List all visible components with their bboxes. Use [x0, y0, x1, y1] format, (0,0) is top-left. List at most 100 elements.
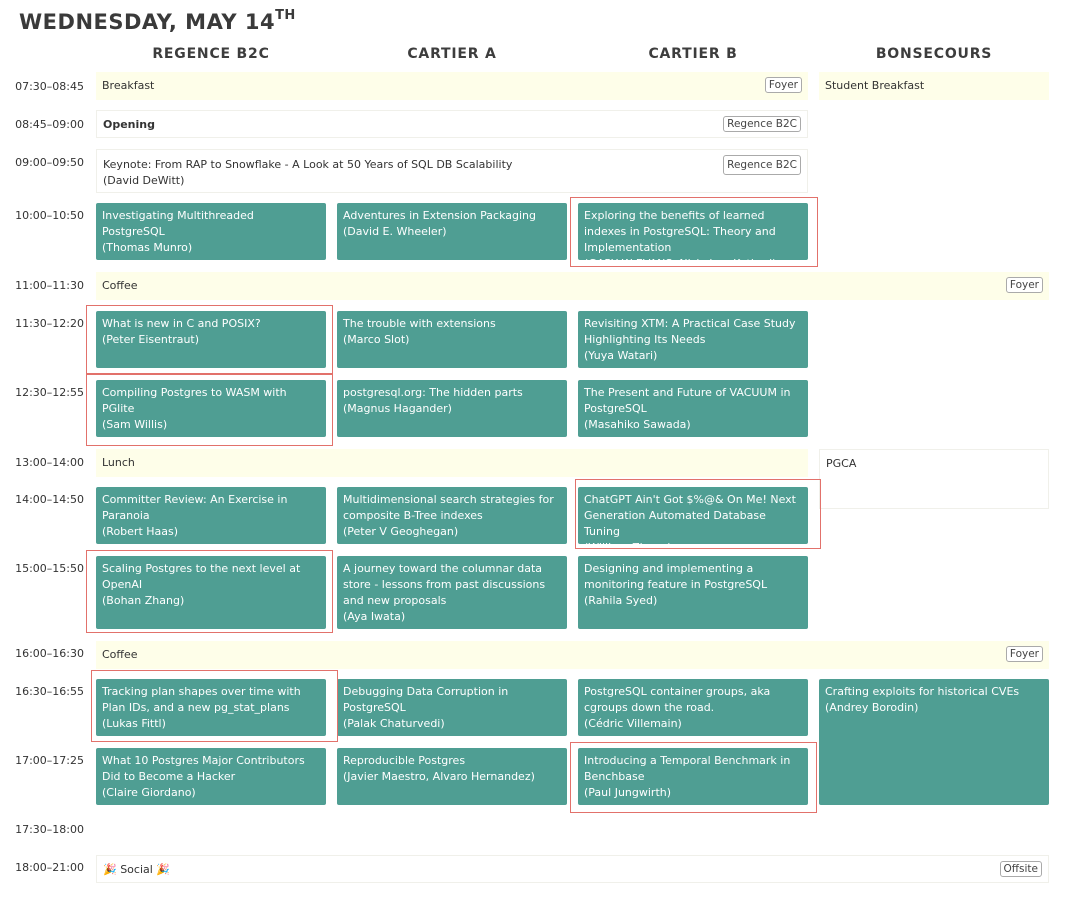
talk-card[interactable]: postgresql.org: The hidden parts (Magnus…	[337, 380, 567, 437]
time-slot: 11:30–12:20	[15, 317, 84, 330]
time-slot: 17:00–17:25	[15, 754, 84, 767]
talk-title: What 10 Postgres Major Contributors Did …	[102, 754, 305, 783]
session-title: PGCA	[826, 457, 857, 470]
talk-card[interactable]: Compiling Postgres to WASM with PGlite (…	[96, 380, 326, 437]
talk-card[interactable]: ChatGPT Ain't Got $%@& On Me! Next Gener…	[578, 487, 808, 554]
talk-card[interactable]: Introducing a Temporal Benchmark in Benc…	[578, 748, 808, 805]
room-tag: Regence B2C	[723, 116, 801, 132]
talk-speaker: (GARY W EVANS, Nishchay Kothari)	[584, 257, 777, 270]
talk-title: ChatGPT Ain't Got $%@& On Me! Next Gener…	[584, 493, 796, 538]
talk-speaker: (Marco Slot)	[343, 333, 410, 346]
session-title: Opening	[103, 118, 155, 131]
session-keynote[interactable]: Keynote: From RAP to Snowflake - A Look …	[96, 149, 808, 193]
time-slot: 09:00–09:50	[15, 156, 84, 169]
talk-card[interactable]: The Present and Future of VACUUM in Post…	[578, 380, 808, 437]
talk-speaker: (Rahila Syed)	[584, 594, 658, 607]
break-coffee[interactable]: Coffee Foyer	[96, 641, 1049, 669]
talk-speaker: (David E. Wheeler)	[343, 225, 447, 238]
column-header-cartier-b: CARTIER B	[648, 46, 738, 62]
talk-speaker: (William Zhang)	[584, 541, 672, 554]
time-slot: 12:30–12:55	[15, 386, 84, 399]
session-social[interactable]: 🎉 Social 🎉 Offsite	[96, 855, 1049, 883]
talk-title: A journey toward the columnar data store…	[343, 562, 546, 607]
talk-title: Compiling Postgres to WASM with PGlite	[102, 386, 287, 415]
talk-card[interactable]: Revisiting XTM: A Practical Case Study H…	[578, 311, 808, 368]
room-tag: Foyer	[1005, 646, 1043, 662]
break-student-breakfast[interactable]: Student Breakfast	[819, 72, 1049, 100]
room-tag: Offsite	[999, 861, 1042, 877]
talk-speaker: (Sam Willis)	[102, 418, 168, 431]
talk-speaker: (Magnus Hagander)	[343, 402, 452, 415]
room-tag: Foyer	[764, 77, 802, 93]
talk-speaker: (Yuya Watari)	[584, 349, 658, 362]
talk-card[interactable]: Committer Review: An Exercise in Paranoi…	[96, 487, 326, 544]
session-speaker: (David DeWitt)	[103, 174, 185, 187]
talk-title: What is new in C and POSIX?	[102, 317, 261, 330]
break-lunch[interactable]: Lunch	[96, 449, 808, 477]
talk-title: The Present and Future of VACUUM in Post…	[584, 386, 791, 415]
talk-card[interactable]: The trouble with extensions (Marco Slot)	[337, 311, 567, 368]
talk-title: Investigating Multithreaded PostgreSQL	[102, 209, 254, 238]
time-slot: 14:00–14:50	[15, 493, 84, 506]
talk-title: Introducing a Temporal Benchmark in Benc…	[584, 754, 791, 783]
talk-speaker: (Claire Giordano)	[102, 786, 196, 799]
talk-title: Exploring the benefits of learned indexe…	[584, 209, 776, 254]
talk-title: Revisiting XTM: A Practical Case Study H…	[584, 317, 796, 346]
talk-title: Adventures in Extension Packaging	[343, 209, 536, 222]
session-pgca[interactable]: PGCA	[819, 449, 1049, 509]
talk-title: Committer Review: An Exercise in Paranoi…	[102, 493, 288, 522]
break-label: Coffee	[102, 279, 138, 292]
break-label: Coffee	[102, 648, 138, 661]
talk-speaker: (Andrey Borodin)	[825, 701, 919, 714]
talk-card[interactable]: Debugging Data Corruption in PostgreSQL …	[337, 679, 567, 736]
time-slot: 11:00–11:30	[15, 279, 84, 292]
time-slot: 18:00–21:00	[15, 861, 84, 874]
page-title: WEDNESDAY, MAY 14TH	[19, 8, 296, 34]
talk-card[interactable]: A journey toward the columnar data store…	[337, 556, 567, 629]
room-tag: Foyer	[1005, 277, 1043, 293]
time-slot: 16:30–16:55	[15, 685, 84, 698]
talk-card[interactable]: Exploring the benefits of learned indexe…	[578, 203, 808, 270]
break-label: Student Breakfast	[825, 79, 925, 92]
talk-speaker: (Aya Iwata)	[343, 610, 406, 623]
time-slot: 17:30–18:00	[15, 823, 84, 836]
talk-card[interactable]: Investigating Multithreaded PostgreSQL (…	[96, 203, 326, 260]
break-label: Breakfast	[102, 79, 155, 92]
talk-speaker: (Peter V Geoghegan)	[343, 525, 459, 538]
session-title: Keynote: From RAP to Snowflake - A Look …	[103, 158, 513, 171]
talk-title: Designing and implementing a monitoring …	[584, 562, 768, 591]
talk-card[interactable]: Reproducible Postgres (Javier Maestro, A…	[337, 748, 567, 805]
talk-card[interactable]: Crafting exploits for historical CVEs (A…	[819, 679, 1049, 805]
talk-card[interactable]: Scaling Postgres to the next level at Op…	[96, 556, 326, 629]
break-label: Lunch	[102, 456, 135, 469]
talk-card[interactable]: Tracking plan shapes over time with Plan…	[96, 679, 326, 736]
time-slot: 13:00–14:00	[15, 456, 84, 469]
talk-speaker: (Bohan Zhang)	[102, 594, 185, 607]
talk-speaker: (Paul Jungwirth)	[584, 786, 672, 799]
break-coffee[interactable]: Coffee Foyer	[96, 272, 1049, 300]
time-slot: 08:45–09:00	[15, 118, 84, 131]
talk-card[interactable]: PostgreSQL container groups, aka cgroups…	[578, 679, 808, 736]
talk-speaker: (Javier Maestro, Alvaro Hernandez)	[343, 770, 535, 783]
talk-card[interactable]: Multidimensional search strategies for c…	[337, 487, 567, 544]
talk-speaker: (Palak Chaturvedi)	[343, 717, 445, 730]
talk-speaker: (Cédric Villemain)	[584, 717, 682, 730]
talk-title: Crafting exploits for historical CVEs	[825, 685, 1020, 698]
talk-speaker: (Lukas Fittl)	[102, 717, 166, 730]
talk-card[interactable]: Adventures in Extension Packaging (David…	[337, 203, 567, 260]
session-opening[interactable]: Opening Regence B2C	[96, 110, 808, 138]
talk-title: Scaling Postgres to the next level at Op…	[102, 562, 301, 591]
talk-speaker: (Peter Eisentraut)	[102, 333, 200, 346]
break-breakfast[interactable]: Breakfast Foyer	[96, 72, 808, 100]
talk-card[interactable]: What is new in C and POSIX? (Peter Eisen…	[96, 311, 326, 368]
talk-speaker: (Thomas Munro)	[102, 241, 193, 254]
talk-card[interactable]: What 10 Postgres Major Contributors Did …	[96, 748, 326, 805]
talk-title: postgresql.org: The hidden parts	[343, 386, 523, 399]
time-slot: 15:00–15:50	[15, 562, 84, 575]
room-tag: Regence B2C	[723, 155, 801, 175]
talk-title: Multidimensional search strategies for c…	[343, 493, 554, 522]
talk-title: Debugging Data Corruption in PostgreSQL	[343, 685, 509, 714]
talk-title: PostgreSQL container groups, aka cgroups…	[584, 685, 771, 714]
column-header-cartier-a: CARTIER A	[407, 46, 497, 62]
talk-card[interactable]: Designing and implementing a monitoring …	[578, 556, 808, 629]
